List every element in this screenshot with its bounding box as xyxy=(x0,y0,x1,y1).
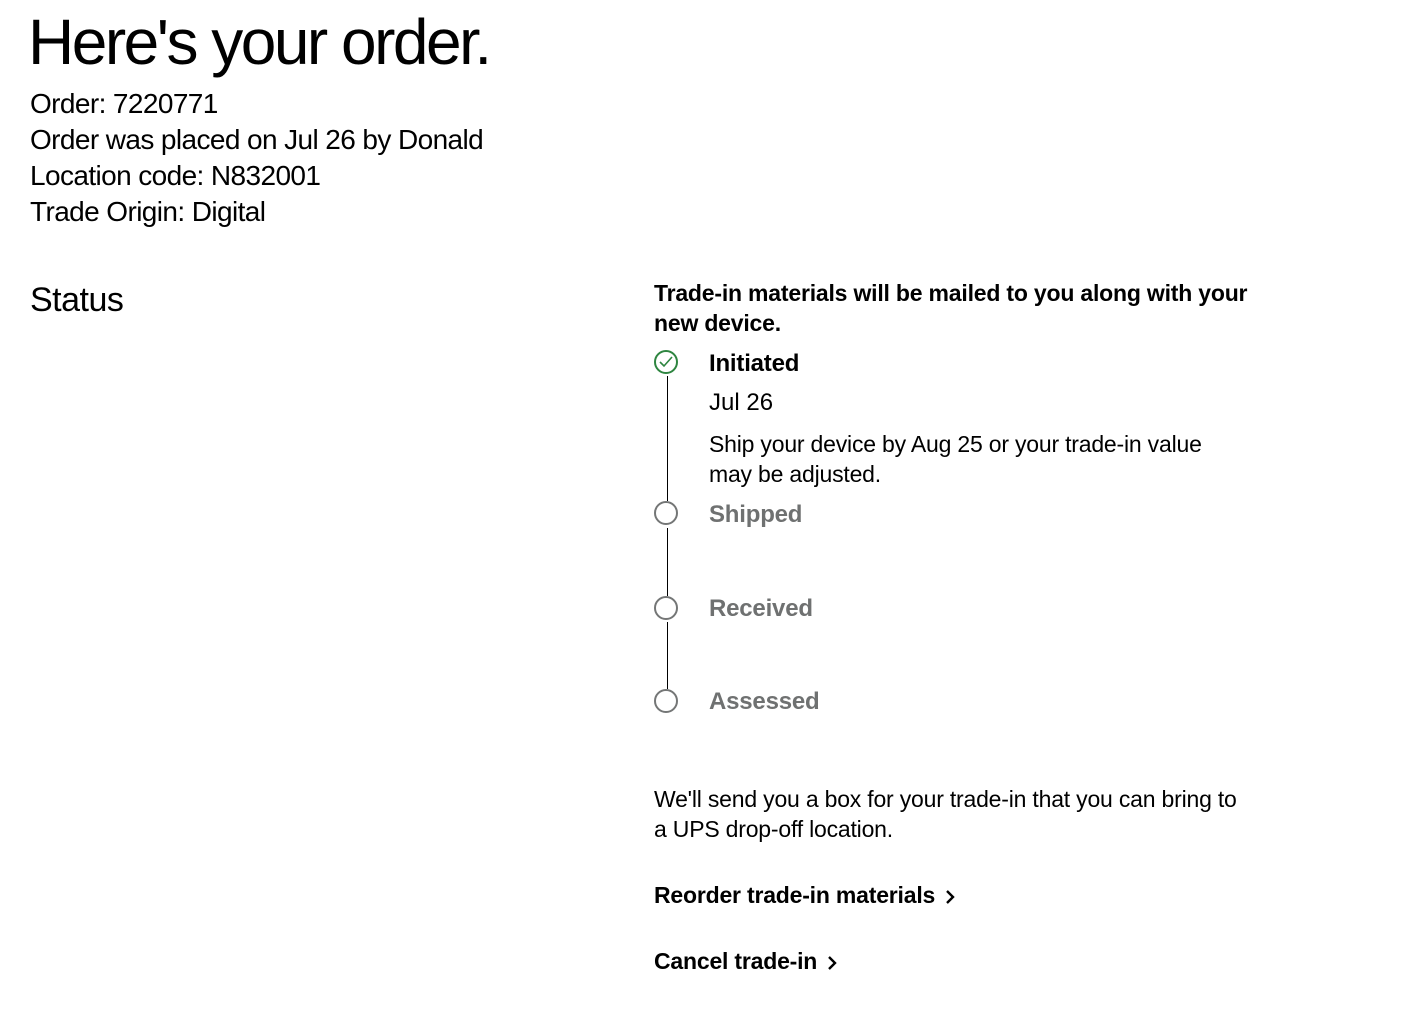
check-circle-icon xyxy=(654,350,678,374)
status-heading: Status xyxy=(30,281,124,319)
chevron-right-icon xyxy=(945,882,955,912)
step-label-received: Received xyxy=(709,595,813,622)
status-banner: Trade-in materials will be mailed to you… xyxy=(654,280,1248,336)
reorder-materials-link[interactable]: Reorder trade-in materials xyxy=(654,880,955,912)
step-note-initiated: Ship your device by Aug 25 or your trade… xyxy=(709,431,1202,487)
cancel-trade-in-label: Cancel trade-in xyxy=(654,948,818,974)
timeline-connector xyxy=(667,622,668,689)
chevron-right-icon xyxy=(827,948,837,978)
status-panel: Trade-in materials will be mailed to you… xyxy=(654,278,1254,974)
timeline-connector xyxy=(667,528,668,596)
step-label-initiated: Initiated xyxy=(709,350,800,377)
timeline-connector xyxy=(667,376,668,501)
cancel-trade-in-link[interactable]: Cancel trade-in xyxy=(654,946,837,978)
step-date-initiated: Jul 26 xyxy=(709,389,774,416)
page-title: Here's your order. xyxy=(28,6,492,78)
order-placed-info: Order was placed on Jul 26 by Donald xyxy=(30,124,484,155)
location-code: Location code: N832001 xyxy=(30,160,321,191)
empty-circle-icon xyxy=(654,596,678,620)
empty-circle-icon xyxy=(654,501,678,525)
reorder-materials-label: Reorder trade-in materials xyxy=(654,882,936,908)
order-number: Order: 7220771 xyxy=(30,88,218,119)
trade-in-info-text: We'll send you a box for your trade-in t… xyxy=(654,786,1237,842)
order-info: Order: 7220771 Order was placed on Jul 2… xyxy=(30,86,484,230)
step-label-shipped: Shipped xyxy=(709,501,803,528)
trade-origin: Trade Origin: Digital xyxy=(30,196,266,227)
empty-circle-icon xyxy=(654,689,678,713)
step-label-assessed: Assessed xyxy=(709,688,820,715)
